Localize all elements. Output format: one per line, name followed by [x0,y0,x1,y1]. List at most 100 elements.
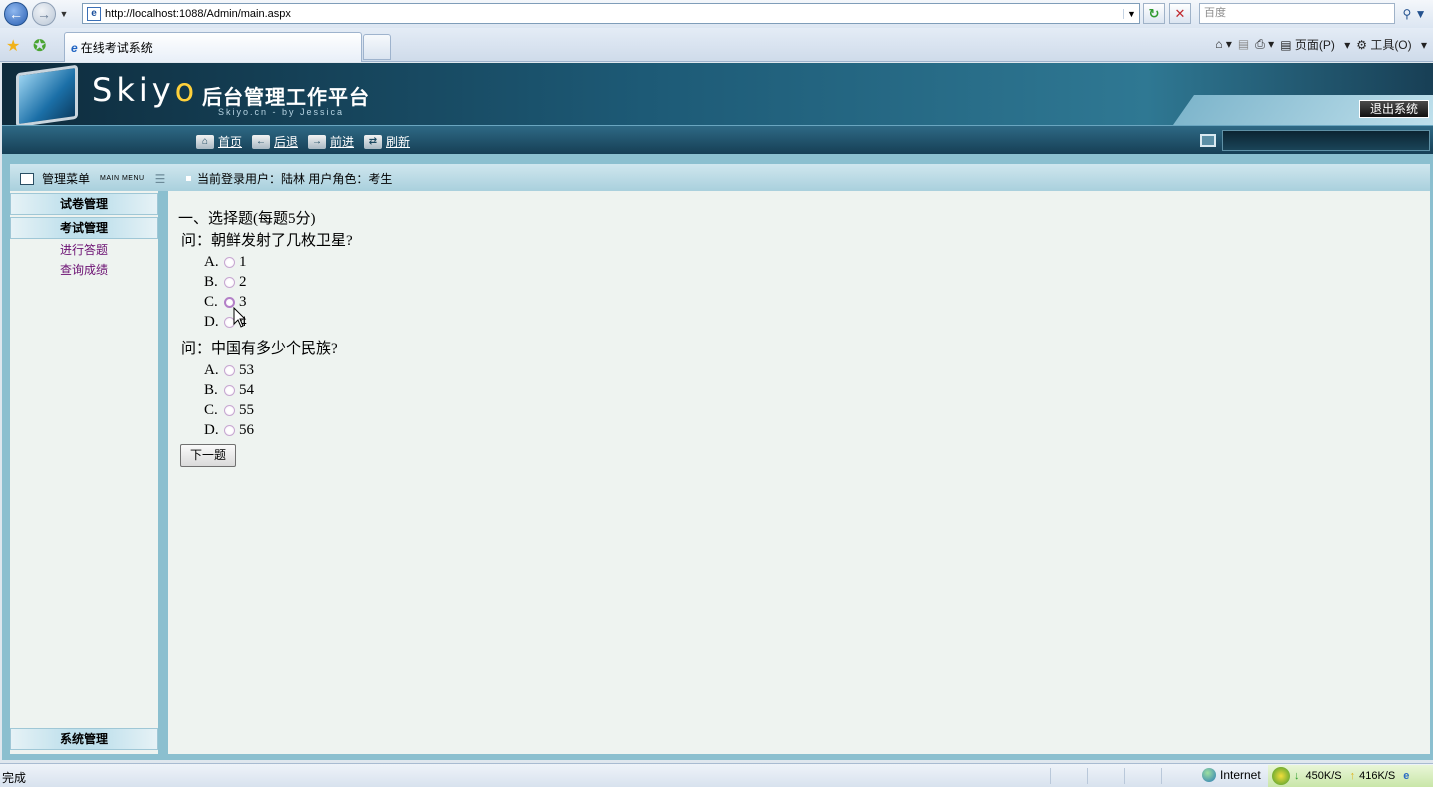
home-icon: ⌂ [196,134,214,149]
home-icon[interactable]: ⌂ ▾ [1215,37,1232,51]
logo-text: Skiyo [92,71,198,109]
tools-menu-label: 工具(O) [1370,37,1412,52]
option-letter: A. [204,362,219,378]
address-bar[interactable]: e http://localhost:1088/Admin/main.aspx … [82,3,1140,24]
search-icon[interactable]: ⚲ ▼ [1398,3,1431,24]
menu-group-paper[interactable]: 试卷管理 [10,193,158,215]
option-letter: D. [204,422,219,438]
page-menu[interactable]: ▤ 页面(P) ▾ [1280,36,1350,53]
refresh-icon[interactable]: ↻ [1143,3,1165,24]
back-link[interactable]: ← 后退 [252,133,298,150]
radio-q1-b[interactable] [224,277,235,288]
security-zone[interactable]: Internet [1202,768,1261,782]
option-q1-a[interactable]: A. 1 [204,254,247,271]
command-bar: ⌂ ▾ ▤ ⎙ ▾ ▤ 页面(P) ▾ ⚙ 工具(O) ▾ [1215,34,1433,54]
option-letter: C. [204,294,218,310]
browser-tab[interactable]: e 在线考试系统 [64,32,362,62]
option-q2-b[interactable]: B. 54 [204,382,254,399]
menu-link-take-exam[interactable]: 进行答题 [10,241,158,258]
feed-icon[interactable]: ▤ [1238,37,1249,51]
sidebar: 试卷管理 考试管理 进行答题 查询成绩 系统管理 [10,191,158,754]
back-label: 后退 [274,135,299,149]
exam-panel: 一、选择题(每题5分) 问：朝鲜发射了几枚卫星? A. 1 B. 2 C. 3 … [168,191,1430,754]
forward-link[interactable]: → 前进 [308,133,354,150]
section-title: 一、选择题(每题5分) [178,211,316,227]
inner-header-bar: 管理菜单 MAIN MENU ☰ 当前登录用户：陆林 用户角色：考生 [10,164,1430,191]
login-text: 当前登录用户：陆林 用户角色：考生 [197,172,393,186]
page-icon: e [87,6,101,21]
logout-button[interactable]: 退出系统 [1359,100,1429,118]
option-letter: A. [204,254,219,270]
option-letter: D. [204,314,219,330]
mouse-cursor-icon [233,307,247,328]
screen-icon[interactable] [1200,134,1216,147]
menu-title: 管理菜单 [42,172,91,186]
browser-back-button[interactable]: ← [4,2,28,26]
add-favorite-icon[interactable]: ✪ [33,36,46,56]
home-label: 首页 [218,135,243,149]
address-dropdown-icon[interactable]: ▼ [1123,8,1139,19]
option-q2-c[interactable]: C. 55 [204,402,254,419]
radio-q2-c[interactable] [224,405,235,416]
forward-label: 前进 [330,135,355,149]
stop-icon[interactable]: ✕ [1169,3,1191,24]
print-icon[interactable]: ⎙ ▾ [1255,37,1274,52]
forward-arrow-icon: → [308,134,326,149]
search-input[interactable]: 百度 [1199,3,1395,24]
option-value: 55 [239,402,254,418]
tab-title: 在线考试系统 [80,41,153,55]
toolbar-field [1222,130,1430,151]
favorites-star-icon[interactable]: ★ [6,36,20,56]
option-q2-a[interactable]: A. 53 [204,362,254,379]
network-speed-widget[interactable]: ↓ 450K/S ↑ 416K/S e [1268,765,1433,787]
browser-forward-button[interactable]: → [32,2,56,26]
radio-q2-b[interactable] [224,385,235,396]
login-info: 当前登录用户：陆林 用户角色：考生 [186,170,392,187]
option-letter: B. [204,382,218,398]
refresh-arrows-icon: ⇄ [364,134,382,149]
zone-label: Internet [1220,768,1261,782]
radio-q2-a[interactable] [224,365,235,376]
platform-title: 后台管理工作平台 [202,87,370,109]
status-separators [1050,768,1198,784]
home-link[interactable]: ⌂ 首页 [196,133,242,150]
radio-q2-d[interactable] [224,425,235,436]
question-2: 问：中国有多少个民族? [181,341,338,357]
next-question-button[interactable]: 下一题 [180,444,236,467]
menu-title-en: MAIN MENU [100,175,145,182]
refresh-label: 刷新 [386,135,411,149]
globe-icon [1202,768,1216,782]
collapse-menu-icon[interactable]: ☰ [155,172,166,186]
option-value: 1 [239,254,247,270]
tools-menu[interactable]: ⚙ 工具(O) ▾ [1356,36,1427,53]
logo-subtitle: Skiyo.cn - by Jessica [218,107,345,117]
refresh-link[interactable]: ⇄ 刷新 [364,133,410,150]
browser-tab-row: ★ ✪ e 在线考试系统 ⌂ ▾ ▤ ⎙ ▾ ▤ 页面(P) ▾ ⚙ 工具(O)… [0,28,1433,62]
content-frame: 管理菜单 MAIN MENU ☰ 当前登录用户：陆林 用户角色：考生 试卷管理 … [2,154,1433,760]
page-menu-label: 页面(P) [1294,37,1335,52]
status-bar: 完成 Internet ↓ 450K/S ↑ 416K/S e [0,763,1433,787]
logo-o: o [174,71,199,109]
menu-group-system[interactable]: 系统管理 [10,728,158,750]
option-letter: B. [204,274,218,290]
option-value: 56 [239,422,254,438]
ie-icon: e [71,40,78,55]
option-q1-b[interactable]: B. 2 [204,274,247,291]
address-url[interactable]: http://localhost:1088/Admin/main.aspx [105,8,1123,20]
option-letter: C. [204,402,218,418]
history-dropdown-icon[interactable]: ▼ [58,9,70,19]
option-value: 54 [239,382,254,398]
option-value: 53 [239,362,254,378]
bullet-icon [186,176,191,181]
app-toolbar: ⌂ 首页 ← 后退 → 前进 ⇄ 刷新 [2,125,1433,154]
new-tab-button[interactable] [363,34,391,60]
panel-icon [20,172,34,185]
question-1: 问：朝鲜发射了几枚卫星? [181,233,353,249]
menu-group-exam[interactable]: 考试管理 [10,217,158,239]
menu-link-query-score[interactable]: 查询成绩 [10,261,158,278]
back-arrow-icon: ← [252,134,270,149]
app-header: Skiyo 后台管理工作平台 Skiyo.cn - by Jessica 退出系… [2,63,1433,125]
menu-header: 管理菜单 MAIN MENU ☰ [20,170,165,187]
option-q2-d[interactable]: D. 56 [204,422,254,439]
radio-q1-a[interactable] [224,257,235,268]
